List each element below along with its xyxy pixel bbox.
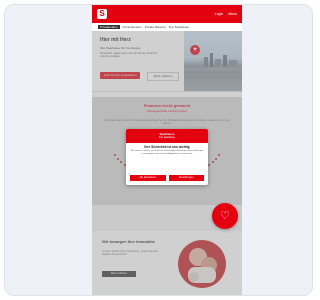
sparkasse-brand: Sparkasse [159, 132, 175, 136]
cookie-dialog-title: Ihre Sicherheit ist uns wichtig [144, 145, 190, 149]
accept-all-button[interactable]: Alle akzeptieren [130, 175, 166, 181]
menu-link[interactable]: Menu [228, 12, 237, 16]
cookie-settings-button[interactable]: Einstellungen [168, 175, 204, 181]
cookie-dialog-actions: Alle akzeptieren Einstellungen [130, 175, 204, 181]
mobile-page: S Login Menu Privatkunden Firmenkunden P… [92, 5, 242, 295]
top-bar: S Login Menu [92, 5, 242, 23]
top-links: Login Menu [215, 12, 237, 16]
nav-item-firmenkunden[interactable]: Firmenkunden [123, 25, 142, 29]
cookie-dialog-body: Ihre Sicherheit ist uns wichtig Wir nutz… [126, 143, 208, 158]
cookie-consent-dialog: Sparkasse Ihre Sparkasse Ihre Sicherheit… [126, 129, 208, 185]
nav-item-private-banking[interactable]: Private Banking [145, 25, 166, 29]
main-nav: Privatkunden Firmenkunden Private Bankin… [92, 23, 242, 31]
nav-item-privatkunden[interactable]: Privatkunden [98, 25, 120, 29]
login-link[interactable]: Login [215, 12, 224, 16]
cookie-dialog-text: Wir nutzen Cookies, um Ihnen die bestmög… [130, 150, 204, 155]
sparkasse-logo[interactable]: S [97, 9, 107, 19]
nav-item-ihre-sparkasse[interactable]: Ihre Sparkasse [169, 25, 189, 29]
heart-fab-button[interactable]: ♡ [212, 203, 238, 229]
sparkasse-brand-sub: Ihre Sparkasse [158, 136, 176, 139]
preview-card: S Login Menu Privatkunden Firmenkunden P… [4, 4, 313, 296]
heart-icon: ♡ [220, 210, 230, 222]
cookie-dialog-header: Sparkasse Ihre Sparkasse [126, 129, 208, 143]
